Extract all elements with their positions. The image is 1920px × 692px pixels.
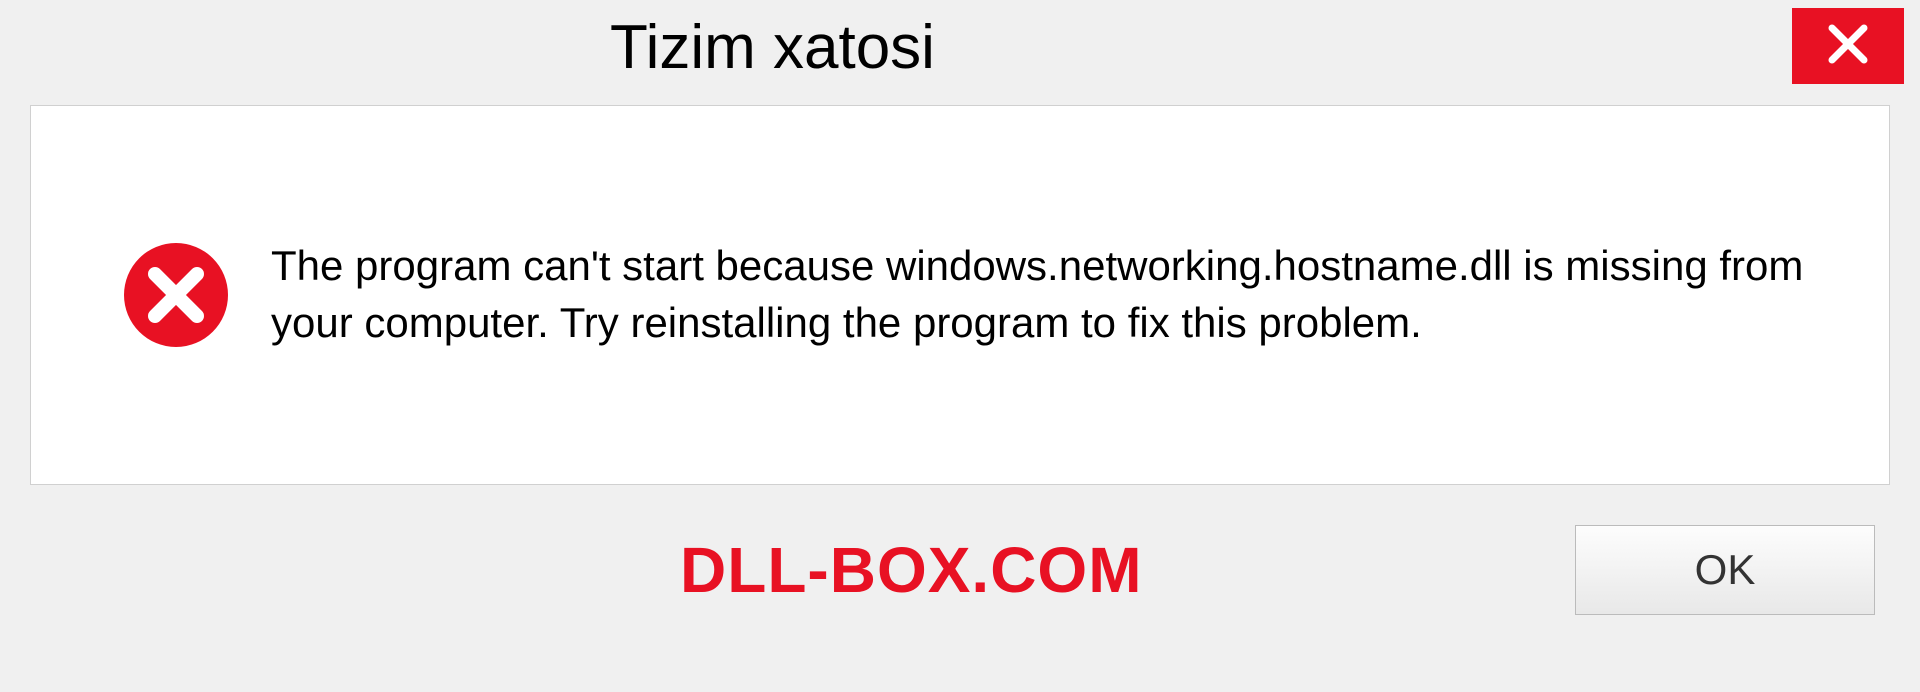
ok-button-label: OK bbox=[1695, 546, 1756, 594]
ok-button[interactable]: OK bbox=[1575, 525, 1875, 615]
dialog-title: Tizim xatosi bbox=[610, 12, 935, 83]
error-message: The program can't start because windows.… bbox=[271, 238, 1819, 351]
error-icon bbox=[121, 240, 231, 350]
close-icon bbox=[1826, 22, 1870, 71]
dialog-footer: DLL-BOX.COM OK bbox=[0, 505, 1920, 615]
close-button[interactable] bbox=[1792, 8, 1904, 84]
title-bar: Tizim xatosi bbox=[0, 0, 1920, 95]
watermark-text: DLL-BOX.COM bbox=[680, 533, 1143, 607]
dialog-content: The program can't start because windows.… bbox=[30, 105, 1890, 485]
